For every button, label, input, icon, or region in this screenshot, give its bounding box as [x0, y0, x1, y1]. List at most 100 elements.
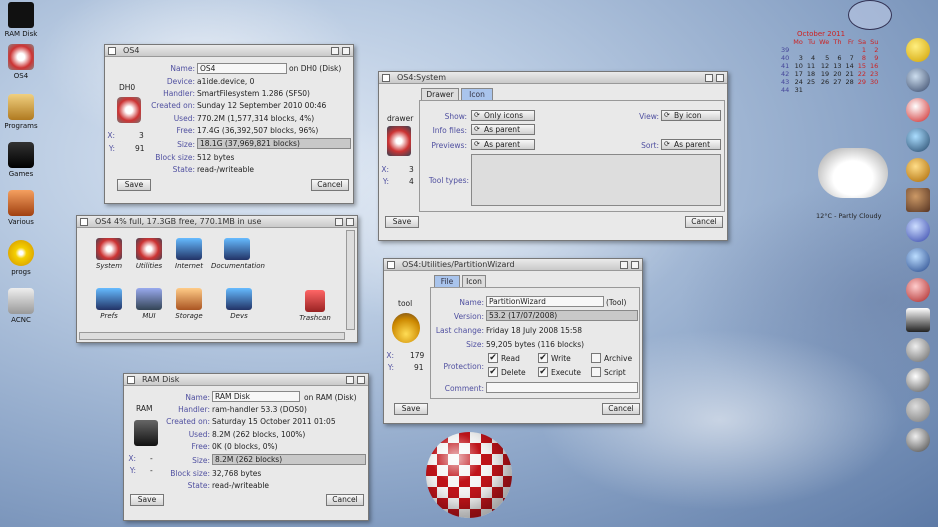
disc-icon[interactable]	[906, 368, 930, 392]
calendar-day	[817, 46, 831, 54]
name-field[interactable]: RAM Disk	[212, 391, 300, 402]
archive-checkbox[interactable]	[591, 353, 601, 363]
y-value: 91	[414, 363, 424, 372]
player-icon[interactable]	[906, 338, 930, 362]
save-button[interactable]: Save	[117, 179, 151, 191]
created-value: Sunday 12 September 2010 00:46	[197, 101, 327, 110]
globe-icon[interactable]	[906, 68, 930, 92]
depth-gadget[interactable]	[716, 74, 724, 82]
view-cycle[interactable]: By icon	[661, 110, 721, 121]
save-button[interactable]: Save	[130, 494, 164, 506]
acnc-desktop-icon[interactable]: ACNC	[2, 288, 40, 324]
tab-file[interactable]: File	[434, 275, 460, 287]
os4-desktop-icon[interactable]: OS4	[2, 44, 40, 80]
tooltypes-list[interactable]	[471, 154, 721, 206]
drawer-label: Utilities	[135, 262, 163, 270]
cancel-button[interactable]: Cancel	[326, 494, 364, 506]
protection-label: Protection:	[443, 362, 484, 371]
calendar-day-header: We	[819, 38, 830, 46]
x-value: 3	[409, 165, 414, 174]
windows-icon[interactable]	[906, 218, 930, 242]
titlebar[interactable]: OS4:System	[379, 72, 727, 84]
ram-disk-info-window: RAM Disk RAM X: - Y: - Name: RAM Disk on…	[123, 373, 369, 521]
shell-icon[interactable]	[906, 278, 930, 302]
programs-desktop-icon[interactable]: Programs	[2, 94, 40, 130]
depth-gadget[interactable]	[342, 47, 350, 55]
tab-icon[interactable]: Icon	[462, 275, 486, 287]
delete-checkbox[interactable]: ✔	[488, 367, 498, 377]
vertical-scrollbar[interactable]	[346, 230, 355, 330]
name-field[interactable]: PartitionWizard	[486, 296, 604, 307]
weather-text: 12°C - Partly Cloudy	[816, 212, 882, 220]
trashcan[interactable]: Trashcan	[289, 290, 341, 322]
close-gadget[interactable]	[382, 74, 390, 82]
save-button[interactable]: Save	[394, 403, 428, 415]
ram-disk-desktop-icon[interactable]: RAM Disk	[2, 2, 40, 38]
cancel-button[interactable]: Cancel	[311, 179, 349, 191]
drawer-icon[interactable]	[387, 126, 411, 156]
calendar-day-header: Mo	[793, 38, 803, 46]
comment-field[interactable]	[486, 382, 638, 393]
icon-label: drawer	[387, 114, 414, 123]
cancel-button[interactable]: Cancel	[685, 216, 723, 228]
close-gadget[interactable]	[387, 261, 395, 269]
iconify-gadget[interactable]	[335, 218, 343, 226]
execute-checkbox[interactable]: ✔	[538, 367, 548, 377]
devs-drawer[interactable]: Devs	[213, 288, 265, 320]
save-button[interactable]: Save	[385, 216, 419, 228]
previews-cycle[interactable]: As parent	[471, 139, 535, 150]
titlebar[interactable]: OS4 4% full, 17.3GB free, 770.1MB in use	[77, 216, 357, 228]
tool-icon[interactable]	[906, 158, 930, 182]
iconify-gadget[interactable]	[331, 47, 339, 55]
tab-drawer[interactable]: Drawer	[421, 88, 459, 100]
sun-icon[interactable]	[906, 38, 930, 62]
iconify-gadget[interactable]	[346, 376, 354, 384]
calendar-grid: Mo Tu We Th Fr Sa Su 39 1 2 40 3 4 5 6 7 8 9 41 10 11 12 13 14…	[779, 38, 880, 94]
games-desktop-icon[interactable]: Games	[2, 142, 40, 178]
tool-icon[interactable]	[392, 313, 420, 343]
write-checkbox[interactable]: ✔	[538, 353, 548, 363]
various-desktop-icon[interactable]: Various	[2, 190, 40, 226]
owl-icon[interactable]	[906, 188, 930, 212]
device-value: a1ide.device, 0	[197, 77, 255, 86]
calendar-day: 1	[861, 46, 867, 54]
clapper-icon[interactable]	[906, 308, 930, 332]
tab-icon[interactable]: Icon	[461, 88, 493, 100]
horizontal-scrollbar[interactable]	[79, 332, 345, 340]
boing-icon[interactable]	[906, 98, 930, 122]
progs-desktop-icon[interactable]: progs	[2, 240, 40, 276]
iconify-gadget[interactable]	[705, 74, 713, 82]
close-gadget[interactable]	[127, 376, 135, 384]
script-checkbox[interactable]	[591, 367, 601, 377]
used-label: Used:	[173, 114, 195, 123]
network-icon[interactable]	[906, 128, 930, 152]
titlebar[interactable]: OS4	[105, 45, 353, 57]
show-cycle[interactable]: Only icons	[471, 110, 535, 121]
documentation-drawer[interactable]: Documentation	[211, 238, 265, 270]
earth-icon[interactable]	[906, 248, 930, 272]
desktop-icon-label: ACNC	[11, 316, 31, 324]
calendar-day	[843, 86, 855, 94]
calendar-day	[843, 46, 855, 54]
close-gadget[interactable]	[80, 218, 88, 226]
titlebar[interactable]: RAM Disk	[124, 374, 368, 386]
infofiles-cycle[interactable]: As parent	[471, 124, 535, 135]
depth-gadget[interactable]	[346, 218, 354, 226]
titlebar[interactable]: OS4:Utilities/PartitionWizard	[384, 259, 642, 271]
depth-gadget[interactable]	[357, 376, 365, 384]
internet-drawer[interactable]: Internet	[163, 238, 215, 270]
cancel-button[interactable]: Cancel	[602, 403, 640, 415]
iconify-gadget[interactable]	[620, 261, 628, 269]
games-drawer-icon	[8, 142, 34, 168]
reels-icon[interactable]	[906, 428, 930, 452]
sort-cycle[interactable]: As parent	[661, 139, 721, 150]
settings-icon[interactable]	[906, 398, 930, 422]
blocksize-value: 512 bytes	[197, 153, 235, 162]
storage-drawer[interactable]: Storage	[163, 288, 215, 320]
name-field[interactable]: OS4	[197, 63, 287, 74]
read-checkbox[interactable]: ✔	[488, 353, 498, 363]
calendar-day: 30	[870, 78, 879, 86]
calendar-day	[831, 86, 843, 94]
depth-gadget[interactable]	[631, 261, 639, 269]
close-gadget[interactable]	[108, 47, 116, 55]
